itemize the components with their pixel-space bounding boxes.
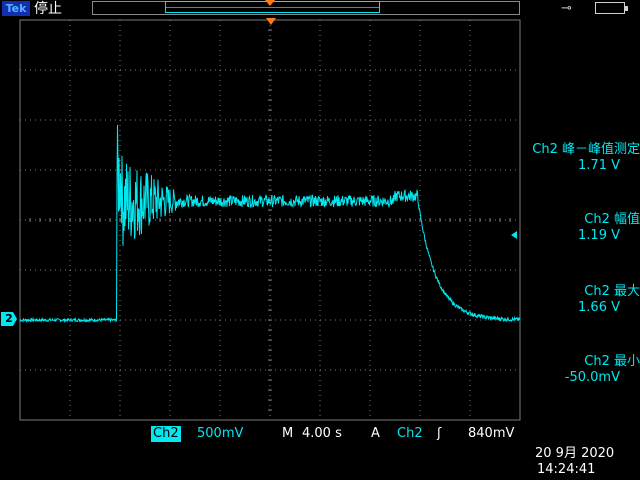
graticule-grid: [19, 19, 521, 421]
measurement-max: Ch2 最大 1.66 V: [490, 284, 640, 316]
measurement-label: Ch2 峰－峰值测定: [532, 142, 640, 157]
measurement-value: 1.19 V: [578, 228, 620, 243]
channel-tag: Ch2: [151, 426, 181, 442]
time-per-div: 4.00 s: [302, 426, 342, 441]
measurement-amplitude: Ch2 幅值 1.19 V: [490, 212, 640, 244]
trigger-position-marker: [266, 18, 276, 25]
trigger-tag: A: [371, 426, 380, 441]
measurement-pkpk: Ch2 峰－峰值测定 1.71 V: [490, 142, 640, 174]
rising-edge-icon: ʃ: [437, 426, 442, 441]
measurement-value: 1.66 V: [578, 300, 620, 315]
measurement-min: Ch2 最小 -50.0mV: [490, 354, 640, 386]
measurement-value: -50.0mV: [564, 370, 620, 385]
date-readout: 20 9月 2020: [535, 446, 615, 461]
trigger-level: 840mV: [468, 426, 515, 441]
trigger-source: Ch2: [397, 426, 423, 441]
measurement-label: Ch2 幅值: [584, 212, 640, 227]
ch2-waveform-trace: [19, 124, 521, 324]
measurement-label: Ch2 最大: [584, 284, 640, 299]
volts-per-div: 500mV: [197, 426, 244, 441]
settings-readout-bar: Ch2 500mV M 4.00 s A Ch2 ʃ 840mV: [0, 424, 640, 444]
measurement-value: 1.71 V: [578, 158, 620, 173]
time-readout: 14:24:41: [537, 462, 596, 477]
measurement-label: Ch2 最小: [584, 354, 640, 369]
timebase-tag: M: [282, 426, 294, 441]
